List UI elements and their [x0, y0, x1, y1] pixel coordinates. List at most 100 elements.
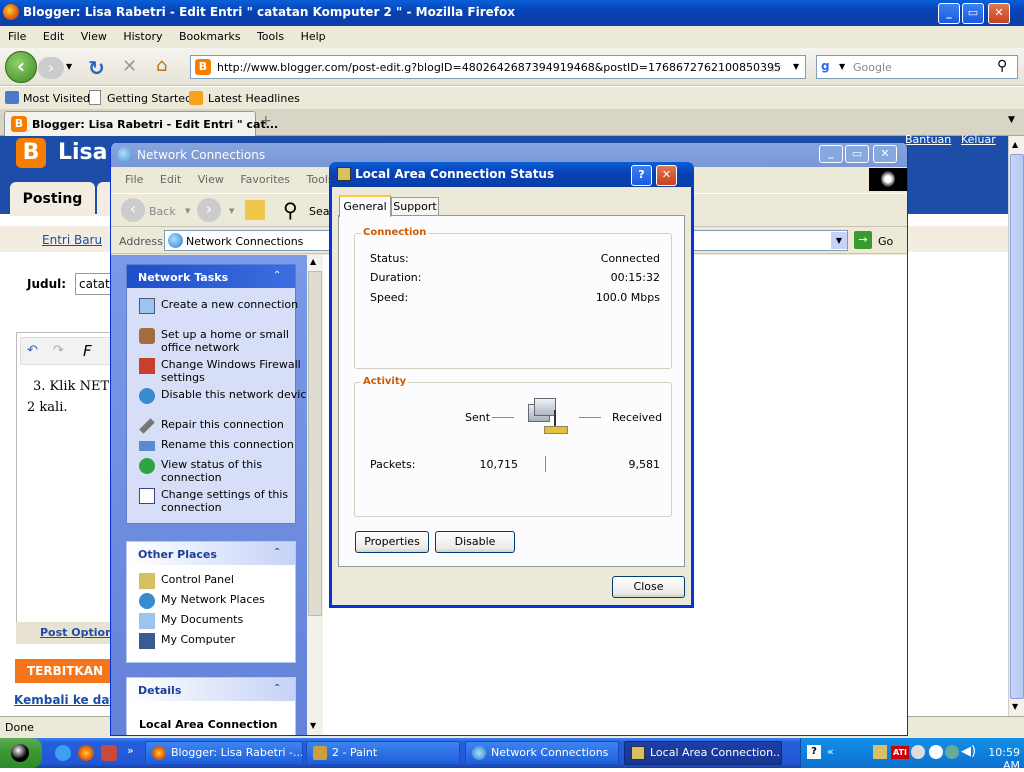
netconn-menu-favorites[interactable]: Favorites: [240, 173, 290, 186]
publish-button[interactable]: TERBITKAN: [15, 659, 115, 683]
quicklaunch-firefox-icon[interactable]: [78, 745, 94, 761]
task-create-connection[interactable]: Create a new connection: [139, 298, 307, 314]
disable-button[interactable]: Disable: [435, 531, 515, 553]
search-engine-dropdown-icon[interactable]: ▼: [839, 62, 845, 71]
link-entri-baru[interactable]: Entri Baru: [42, 233, 102, 247]
netconn-menu-file[interactable]: File: [125, 173, 143, 186]
details-header[interactable]: Details: [127, 678, 295, 701]
link-bantuan[interactable]: Bantuan: [905, 133, 951, 146]
netconn-menu-edit[interactable]: Edit: [160, 173, 181, 186]
taskbar-button-paint[interactable]: 2 - Paint: [306, 741, 460, 765]
task-firewall[interactable]: Change Windows Firewall settings: [139, 358, 307, 384]
back-arrow-icon[interactable]: ‹: [5, 51, 37, 83]
taskbar-button-netconn[interactable]: Network Connections: [465, 741, 619, 765]
menu-history[interactable]: History: [123, 30, 162, 43]
taskbar-button-status[interactable]: Local Area Connection...: [624, 741, 782, 765]
task-pane-scrollbar[interactable]: ▲ ▼: [307, 255, 323, 735]
menu-edit[interactable]: Edit: [43, 30, 64, 43]
ati-tray-icon[interactable]: ATI: [891, 746, 909, 759]
reload-icon[interactable]: ↻: [88, 56, 105, 80]
stop-icon[interactable]: ✕: [122, 56, 137, 77]
home-icon[interactable]: ⌂: [156, 55, 167, 76]
taskpane-scroll-up-icon[interactable]: ▲: [310, 257, 316, 266]
network-tray-icon[interactable]: [873, 745, 887, 759]
undo-icon[interactable]: ↶: [27, 343, 38, 358]
scroll-up-icon[interactable]: ▲: [1012, 140, 1018, 149]
tray-icon-4[interactable]: [929, 745, 943, 759]
menu-bookmarks[interactable]: Bookmarks: [179, 30, 240, 43]
tab-general[interactable]: General: [339, 195, 391, 217]
search-bar[interactable]: g ▼ Google ⚲: [816, 55, 1018, 79]
menu-view[interactable]: View: [81, 30, 107, 43]
task-change-settings[interactable]: Change settings of this connection: [139, 488, 307, 514]
forward-arrow-icon[interactable]: ›: [38, 57, 64, 79]
tray-expand-icon[interactable]: «: [827, 745, 834, 758]
bookmark-most-visited[interactable]: Most Visited: [23, 92, 90, 105]
dialog-help-button[interactable]: ?: [631, 165, 652, 186]
redo-icon[interactable]: ↷: [53, 343, 64, 358]
forward-dropdown-icon[interactable]: ▼: [229, 207, 234, 215]
network-tasks-header[interactable]: Network Tasks: [127, 265, 295, 288]
minimize-button[interactable]: _: [938, 3, 960, 24]
back-label[interactable]: Back: [149, 205, 176, 218]
font-icon[interactable]: F: [83, 342, 92, 360]
taskbar-button-blogger[interactable]: Blogger: Lisa Rabetri -...: [145, 741, 303, 765]
place-my-computer[interactable]: My Computer: [139, 633, 307, 649]
help-tray-icon[interactable]: ?: [807, 745, 821, 759]
dialog-close-action-button[interactable]: Close: [612, 576, 685, 598]
bookmark-getting-started[interactable]: Getting Started: [107, 92, 192, 105]
taskpane-scroll-down-icon[interactable]: ▼: [310, 721, 316, 730]
tab-scroll-icon[interactable]: ▼: [1008, 115, 1015, 125]
maximize-button[interactable]: ▭: [962, 3, 984, 24]
collapse-other-icon[interactable]: ⌃: [273, 547, 281, 558]
tab-support[interactable]: Support: [391, 197, 439, 216]
tab-posting[interactable]: Posting: [10, 182, 95, 216]
post-options-link[interactable]: Post Options: [40, 626, 119, 639]
close-button[interactable]: ✕: [988, 3, 1010, 24]
start-button[interactable]: [0, 738, 42, 768]
link-keluar[interactable]: Keluar: [961, 133, 996, 146]
history-dropdown-icon[interactable]: ▼: [66, 62, 72, 71]
collapse-details-icon[interactable]: ⌃: [273, 683, 281, 694]
task-repair[interactable]: Repair this connection: [139, 418, 307, 434]
scroll-thumb[interactable]: [1010, 154, 1024, 699]
editor-area[interactable]: [16, 332, 116, 632]
quicklaunch-more-icon[interactable]: »: [127, 744, 134, 757]
netconn-maximize-button[interactable]: ▭: [845, 145, 869, 163]
other-places-header[interactable]: Other Places: [127, 542, 295, 565]
taskpane-scroll-thumb[interactable]: [308, 271, 322, 616]
google-icon[interactable]: g: [821, 59, 837, 75]
tray-icon-5[interactable]: [945, 745, 959, 759]
netconn-close-button[interactable]: ✕: [873, 145, 897, 163]
back-icon[interactable]: ‹: [121, 198, 145, 222]
judul-input[interactable]: catat: [75, 273, 115, 295]
back-dropdown-icon[interactable]: ▼: [185, 207, 190, 215]
go-arrow-icon[interactable]: →: [854, 231, 872, 249]
bookmark-star-icon[interactable]: ☆: [769, 58, 782, 76]
url-bar[interactable]: B http://www.blogger.com/post-edit.g?blo…: [190, 55, 806, 79]
properties-button[interactable]: Properties: [355, 531, 429, 553]
place-my-network-places[interactable]: My Network Places: [139, 593, 307, 609]
back-to-list-link[interactable]: Kembali ke daft: [14, 693, 120, 707]
address-dropdown-icon[interactable]: ▼: [831, 232, 847, 249]
go-label[interactable]: Go: [878, 235, 893, 248]
new-tab-icon[interactable]: +: [260, 113, 272, 129]
netconn-menu-view[interactable]: View: [198, 173, 224, 186]
menu-help[interactable]: Help: [301, 30, 326, 43]
place-my-documents[interactable]: My Documents: [139, 613, 307, 629]
magnifier-icon[interactable]: ⚲: [997, 58, 1007, 74]
tray-icon-3[interactable]: [911, 745, 925, 759]
bookmark-latest-headlines[interactable]: Latest Headlines: [208, 92, 300, 105]
search-icon[interactable]: ⚲: [283, 198, 298, 222]
quicklaunch-paint-icon[interactable]: [101, 745, 117, 761]
task-setup-home-network[interactable]: Set up a home or small office network: [139, 328, 307, 354]
scroll-down-icon[interactable]: ▼: [1012, 702, 1018, 711]
browser-tab[interactable]: B Blogger: Lisa Rabetri - Edit Entri " c…: [4, 111, 278, 136]
netconn-minimize-button[interactable]: _: [819, 145, 843, 163]
place-control-panel[interactable]: Control Panel: [139, 573, 307, 589]
quicklaunch-ie-icon[interactable]: [55, 745, 71, 761]
menu-file[interactable]: File: [8, 30, 26, 43]
forward-icon[interactable]: ›: [197, 198, 221, 222]
clock[interactable]: 10:59 AM: [968, 746, 1020, 772]
dialog-close-button[interactable]: ✕: [656, 165, 677, 186]
